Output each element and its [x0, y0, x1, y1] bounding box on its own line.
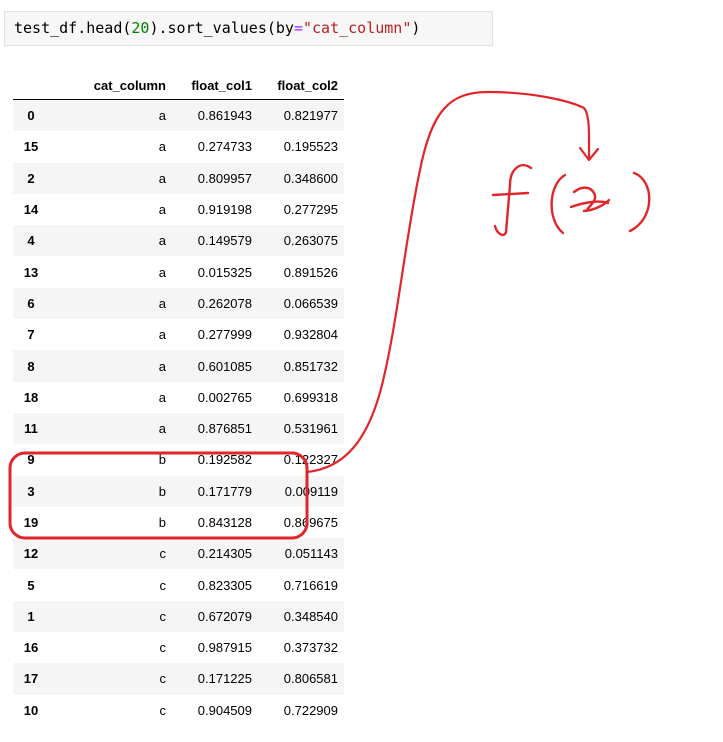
- arrow-curve: [305, 90, 591, 474]
- fx-right-paren: [628, 171, 651, 233]
- red-handwritten-annotation: [8, 90, 651, 540]
- fx-f-stroke: [493, 163, 533, 237]
- handwritten-fx: [491, 163, 651, 237]
- fx-f-crossbar: [491, 191, 530, 197]
- group-b-highlight-box: [8, 451, 309, 540]
- fx-left-paren: [550, 173, 567, 235]
- fx-x-upper: [572, 186, 597, 212]
